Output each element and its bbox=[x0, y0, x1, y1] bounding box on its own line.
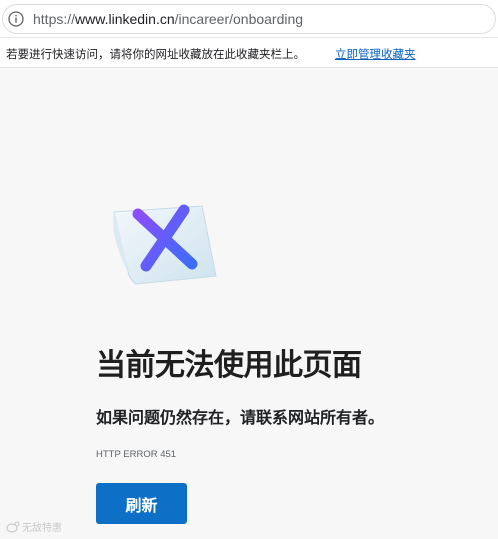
address-bar: https://www.linkedin.cn/incareer/onboard… bbox=[0, 0, 498, 38]
error-subtitle: 如果问题仍然存在，请联系网站所有者。 bbox=[96, 408, 385, 427]
refresh-button[interactable]: 刷新 bbox=[96, 483, 187, 524]
url-host: www.linkedin.cn bbox=[75, 11, 175, 27]
watermark-text: 无敌特惠 bbox=[22, 523, 62, 534]
url-path: /incareer/onboarding bbox=[174, 11, 304, 27]
page-title: 当前无法使用此页面 bbox=[96, 348, 362, 383]
favorites-bar: 若要进行快速访问，请将你的网址收藏放在此收藏夹栏上。 立即管理收藏夹 bbox=[0, 38, 498, 68]
favorites-bar-message: 若要进行快速访问，请将你的网址收藏放在此收藏夹栏上。 bbox=[6, 47, 305, 61]
watermark-logo-icon bbox=[6, 521, 20, 533]
info-icon[interactable] bbox=[7, 10, 25, 28]
error-x-icon bbox=[113, 204, 217, 285]
watermark: 无敌特惠 bbox=[6, 519, 62, 534]
url-scheme: https:// bbox=[33, 11, 76, 27]
error-code: HTTP ERROR 451 bbox=[96, 449, 177, 460]
manage-favorites-link[interactable]: 立即管理收藏夹 bbox=[335, 46, 416, 62]
url-text[interactable]: https://www.linkedin.cn/incareer/onboard… bbox=[33, 11, 303, 27]
url-field[interactable]: https://www.linkedin.cn/incareer/onboard… bbox=[2, 4, 496, 34]
